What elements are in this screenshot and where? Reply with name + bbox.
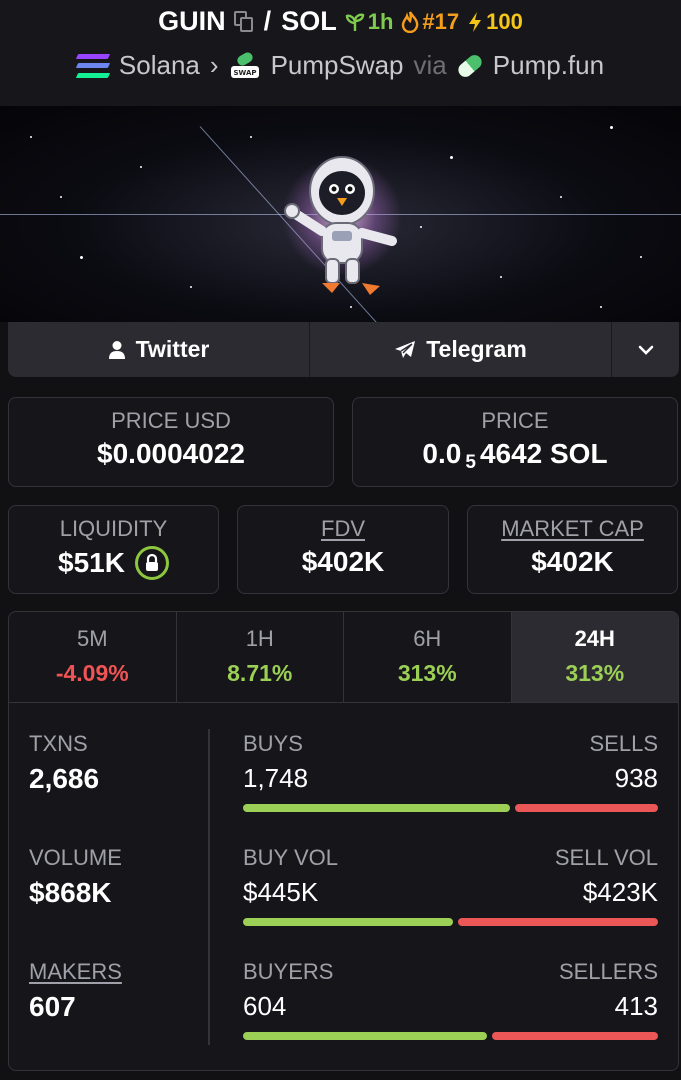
timeframe-tabs: 5M -4.09% 1H 8.71% 6H 313% 24H 313%	[9, 612, 678, 703]
quote-symbol: SOL	[281, 6, 337, 36]
sellers-value: 413	[614, 991, 658, 1021]
dex-link[interactable]: PumpSwap	[271, 50, 404, 81]
age-badge[interactable]: 1h	[345, 9, 393, 35]
tab-6h[interactable]: 6H 313%	[344, 612, 512, 702]
flame-icon	[402, 10, 419, 33]
breadcrumb: Solana › SWAP PumpSwap via Pump.fun	[0, 50, 681, 81]
makers-value: 607	[29, 991, 76, 1022]
makers-metric[interactable]: MAKERS 607	[29, 959, 199, 1070]
sellers-label: SELLERS	[558, 959, 658, 984]
buyers-sellers-bar	[243, 1032, 658, 1040]
liquidity-card: LIQUIDITY $51K	[8, 505, 219, 594]
price-usd-label: PRICE USD	[111, 408, 231, 433]
market-cap-card[interactable]: MARKET CAP $402K	[467, 505, 678, 594]
buys-sells-row: BUYS SELLS 1,748 938	[243, 731, 658, 845]
volume-value: $868K	[29, 877, 112, 908]
buys-bar-fill	[243, 804, 510, 812]
chevron-right-icon: ›	[209, 50, 219, 80]
sprout-icon	[345, 13, 364, 31]
pair-header: GUIN / SOL 1h #17 100 Solana › SWAP Pump…	[0, 0, 681, 106]
price-usd-value: $0.0004022	[97, 438, 245, 469]
price-native-value: 0.0 5 4642 SOL	[422, 438, 608, 473]
user-icon	[108, 340, 125, 359]
price-usd-card: PRICE USD $0.0004022	[8, 397, 334, 487]
market-cap-value: $402K	[531, 546, 614, 577]
launchpad-link[interactable]: Pump.fun	[493, 50, 604, 81]
buy-vol-value: $445K	[243, 877, 319, 907]
pill-icon	[455, 51, 485, 80]
via-label: via	[413, 50, 447, 80]
sell-vol-value: $423K	[582, 877, 658, 907]
makers-label[interactable]: MAKERS	[29, 959, 199, 985]
twitter-button[interactable]: Twitter	[8, 322, 310, 377]
tab-24h[interactable]: 24H 313%	[511, 612, 678, 702]
buys-value: 1,748	[243, 763, 309, 793]
buy-sell-ratios: BUYS SELLS 1,748 938 BUY VOL SELL VOL $445K…	[243, 731, 658, 1070]
lock-icon[interactable]	[134, 546, 169, 580]
market-cap-label: MARKET CAP	[501, 516, 644, 541]
chain-link[interactable]: Solana	[119, 50, 200, 81]
copy-icon[interactable]	[233, 10, 254, 33]
buy-vol-bar-fill	[243, 918, 453, 926]
bolt-icon	[469, 11, 482, 32]
stats-panel: 5M -4.09% 1H 8.71% 6H 313% 24H 313% TXNS…	[8, 611, 679, 1071]
pair-separator: /	[263, 6, 272, 36]
txns-metric: TXNS 2,686	[29, 731, 199, 845]
astronaut-penguin-mascot	[284, 156, 397, 295]
token-symbol: GUIN	[158, 6, 226, 36]
boosts-badge[interactable]: 100	[467, 9, 523, 35]
liquidity-value-row: $51K	[9, 546, 218, 580]
volume-metric: VOLUME $868K	[29, 845, 199, 959]
price-native-label: PRICE	[481, 408, 549, 433]
sells-value: 938	[614, 763, 658, 793]
summary-metrics: TXNS 2,686 VOLUME $868K MAKERS 607	[29, 731, 199, 1070]
fdv-card[interactable]: FDV $402K	[237, 505, 449, 594]
liquidity-value: $51K	[58, 547, 125, 578]
solana-logo-icon	[75, 53, 111, 78]
buyers-value: 604	[243, 991, 287, 1021]
tab-5m[interactable]: 5M -4.09%	[9, 612, 177, 702]
buys-label: BUYS	[243, 731, 303, 756]
volume-label: VOLUME	[29, 845, 122, 870]
telegram-plane-icon	[395, 340, 416, 358]
price-native-card: PRICE 0.0 5 4642 SOL	[352, 397, 678, 487]
liquidity-label: LIQUIDITY	[59, 516, 168, 541]
buy-vol-label: BUY VOL	[243, 845, 338, 870]
buyers-bar-fill	[243, 1032, 487, 1040]
txns-label: TXNS	[29, 731, 88, 756]
sells-label: SELLS	[589, 731, 659, 756]
tab-1h[interactable]: 1H 8.71%	[177, 612, 344, 702]
telegram-button[interactable]: Telegram	[310, 322, 612, 377]
buys-sells-bar	[243, 804, 658, 812]
more-links-button[interactable]	[612, 322, 679, 377]
fdv-value: $402K	[301, 546, 385, 577]
social-links-bar: Twitter Telegram	[8, 322, 679, 377]
pair-title-row: GUIN / SOL 1h #17 100	[0, 6, 681, 37]
trending-rank-badge[interactable]: #17	[401, 9, 459, 35]
sells-bar-fill	[515, 804, 658, 812]
chevron-down-icon	[638, 345, 653, 355]
sell-vol-label: SELL VOL	[554, 845, 658, 870]
svg-text:SWAP: SWAP	[233, 69, 256, 77]
column-divider	[208, 729, 210, 1045]
pumpswap-icon: SWAP	[230, 52, 259, 78]
sellers-bar-fill	[492, 1032, 658, 1040]
volume-split-bar	[243, 918, 658, 926]
sell-vol-bar-fill	[458, 918, 658, 926]
volume-split-row: BUY VOL SELL VOL $445K $423K	[243, 845, 658, 959]
buyers-label: BUYERS	[243, 959, 334, 984]
token-banner-image	[0, 106, 681, 322]
fdv-label: FDV	[321, 516, 365, 541]
buyers-sellers-row: BUYERS SELLERS 604 413	[243, 959, 658, 1070]
txns-value: 2,686	[29, 763, 100, 794]
